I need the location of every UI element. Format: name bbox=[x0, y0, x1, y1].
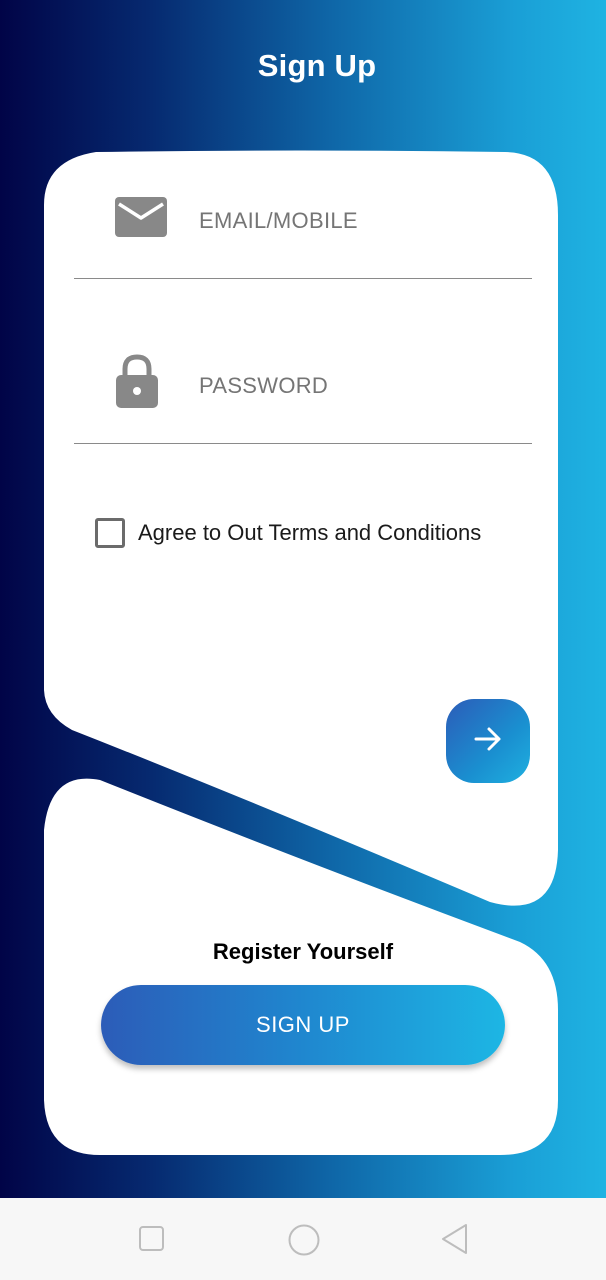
register-label: Register Yourself bbox=[212, 939, 394, 964]
password-placeholder: PASSWORD bbox=[199, 373, 329, 398]
terms-label: Agree to Out Terms and Conditions bbox=[138, 520, 482, 545]
app-screen: Sign Up EMAIL/MOBILE PASSWORD Agree to O… bbox=[0, 0, 606, 1198]
arrow-right-icon bbox=[471, 722, 505, 761]
terms-row: Agree to Out Terms and Conditions bbox=[95, 518, 481, 548]
recent-apps-square-icon[interactable] bbox=[138, 1225, 166, 1258]
system-navigation-bar bbox=[0, 1198, 606, 1280]
back-triangle-icon[interactable] bbox=[440, 1223, 470, 1260]
envelope-icon bbox=[114, 196, 168, 243]
password-field[interactable]: PASSWORD bbox=[74, 354, 532, 444]
next-button[interactable] bbox=[446, 699, 530, 783]
email-placeholder: EMAIL/MOBILE bbox=[199, 208, 358, 233]
signup-button[interactable]: SIGN UP bbox=[101, 985, 505, 1065]
lock-icon bbox=[114, 353, 160, 414]
email-field[interactable]: EMAIL/MOBILE bbox=[74, 197, 532, 279]
terms-checkbox[interactable] bbox=[95, 518, 125, 548]
home-circle-icon[interactable] bbox=[287, 1223, 321, 1262]
